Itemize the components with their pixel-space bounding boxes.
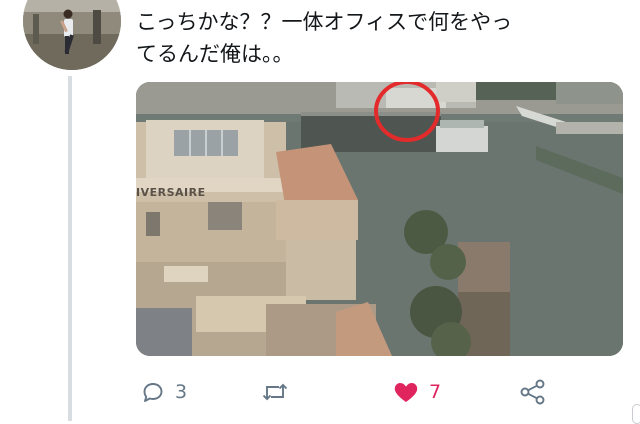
reply-count: 3: [175, 381, 188, 403]
scroll-indicator: [632, 404, 640, 424]
tweet-text: こっちかな？？一体オフィスで何をやっ てるんだ俺は。。: [136, 6, 606, 70]
reply-button[interactable]: 3: [141, 372, 187, 412]
share-icon: [520, 379, 545, 405]
avatar-photo: [23, 0, 121, 70]
reply-icon: [143, 383, 163, 402]
tweet-text-line: てるんだ俺は。。: [136, 42, 294, 66]
highlight-circle: [374, 82, 440, 142]
tweet-text-line: こっちかな？？一体オフィスで何をやっ: [136, 10, 513, 34]
thread-line: [68, 76, 72, 421]
tweet-actions: 3 7: [136, 372, 616, 412]
like-count: 7: [429, 381, 442, 403]
retweet-button[interactable]: [261, 372, 299, 412]
like-button[interactable]: 7: [393, 372, 441, 412]
retweet-icon: [262, 383, 288, 401]
avatar[interactable]: [23, 0, 121, 70]
tweet-media-photo[interactable]: IVERSAIRE: [136, 82, 623, 356]
heart-icon: [394, 383, 418, 402]
share-button[interactable]: [519, 372, 547, 412]
